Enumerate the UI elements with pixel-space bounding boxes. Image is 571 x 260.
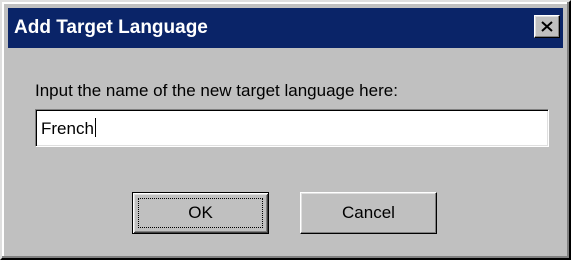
prompt-label: Input the name of the new target languag…	[35, 81, 398, 100]
dialog-title: Add Target Language	[14, 17, 208, 38]
title-bar[interactable]: Add Target Language	[8, 8, 563, 48]
cancel-button[interactable]: Cancel	[300, 192, 437, 234]
add-target-language-dialog: Add Target Language Input the name of th…	[0, 0, 571, 260]
close-x-icon	[541, 21, 553, 32]
ok-button-label: OK	[188, 203, 213, 222]
language-name-input[interactable]: French	[35, 109, 549, 147]
close-button[interactable]	[534, 15, 560, 38]
text-caret	[94, 118, 96, 137]
cancel-button-label: Cancel	[342, 203, 395, 222]
ok-button[interactable]: OK	[132, 192, 269, 234]
input-value: French	[41, 118, 96, 138]
